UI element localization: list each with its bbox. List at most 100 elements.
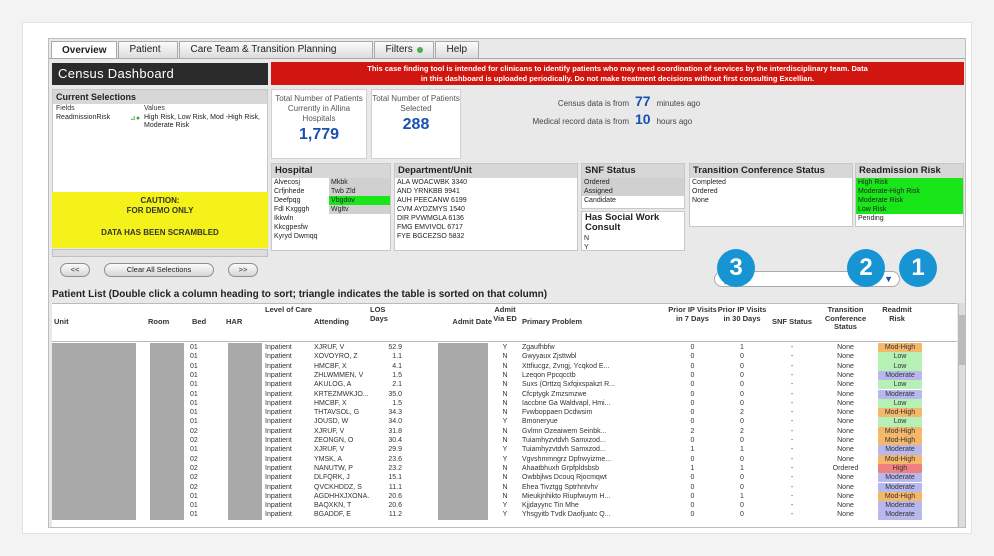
table-row[interactable]: 01 Inpatient HMCBF, X 4.1 N Xttfiucgz, Zvngj,… xyxy=(52,361,957,371)
column-header[interactable]: Prior IP Visits in 30 Days xyxy=(717,305,767,323)
department-item[interactable]: AUH PEECANW 6199 xyxy=(395,196,577,205)
level-of-care-cell: Inpatient xyxy=(265,353,292,361)
readmission-risk-item[interactable]: Moderate-High Risk xyxy=(856,187,963,196)
table-row[interactable]: 01 Inpatient AGDHHXJXONA... 20.6 N Mieukjnhik… xyxy=(52,491,957,502)
transition-status-cell: None xyxy=(837,474,854,482)
snf-status-item[interactable]: Candidate xyxy=(582,196,684,205)
table-vertical-scrollbar[interactable] xyxy=(958,303,965,527)
hospital-item[interactable]: Mkbk xyxy=(329,178,390,187)
column-header[interactable]: Prior IP Visits in 7 Days xyxy=(668,305,717,323)
table-row[interactable]: 01 Inpatient XOVOYRO, Z 1.1 N Gwyyaux Zjsttwb… xyxy=(52,352,957,362)
admit-via-ed-cell: Y xyxy=(502,511,508,519)
social-work-item[interactable]: N xyxy=(582,234,684,243)
department-item[interactable]: FYE BGCEZSO 5832 xyxy=(395,232,577,241)
table-row[interactable]: 02 Inpatient XJRUF, V 31.8 N Gvlmn Ozeaiwem S… xyxy=(52,426,957,436)
back-button[interactable]: << xyxy=(60,263,90,277)
selection-row[interactable]: ReadmissionRisk ⊿● High Risk, Low Risk, … xyxy=(53,113,267,131)
hospital-item[interactable]: Twb Zld xyxy=(329,187,390,196)
tab-help[interactable]: Help xyxy=(435,41,480,58)
attending-cell: HMCBF, X xyxy=(314,362,347,370)
clear-all-selections-button[interactable]: Clear All Selections xyxy=(104,263,214,277)
bed-cell: 02 xyxy=(190,483,198,491)
transition-status-listbox[interactable]: Transition Conference Status Completed Or… xyxy=(689,163,853,227)
transition-status-item[interactable]: Ordered xyxy=(690,187,852,196)
column-header[interactable]: Room xyxy=(146,317,190,327)
column-header[interactable]: Unit xyxy=(52,317,146,327)
level-of-care-cell: Inpatient xyxy=(265,492,292,500)
table-row[interactable]: 01 Inpatient KRTEZMWKJO... 35.0 N Cfcptygk Zm… xyxy=(52,389,957,399)
column-header[interactable]: Primary Problem xyxy=(518,317,668,327)
table-row[interactable]: 01 Inpatient BAQXKN, T 20.6 Y Kjjdayync Tin M… xyxy=(52,501,957,511)
hospital-listbox[interactable]: Hospital Alvecosj Crfjnhede Deefpqg Fdl Kxg… xyxy=(271,163,391,251)
snf-status-item[interactable]: Ordered xyxy=(582,178,684,187)
table-row[interactable]: 01 Inpatient XJRUF, V 52.9 Y Zgaufhbfw 0 1- None… xyxy=(52,343,957,353)
tab-filters[interactable]: Filters xyxy=(374,41,435,58)
snf-status-listbox[interactable]: SNF Status Ordered Assigned Candidate xyxy=(581,163,685,209)
table-row[interactable]: 02 Inpatient DLFQRK, J 15.1 N Owbbjlws Dcouq … xyxy=(52,473,957,483)
filter-active-icon xyxy=(416,47,423,53)
readmission-risk-item[interactable]: Moderate Risk xyxy=(856,196,963,205)
table-row[interactable]: 02 Inpatient ZEONGN, O 30.4 N Tuiamhyzvtdvh S… xyxy=(52,436,957,446)
table-row[interactable]: 01 Inpatient ZHLWMMEN, V 1.5 N Lzeqon Ppcqcct… xyxy=(52,370,957,381)
readmission-risk-item[interactable]: High Risk xyxy=(856,178,963,187)
department-item[interactable]: CVM AYDZMYS 1540 xyxy=(395,205,577,214)
transition-status-item[interactable]: None xyxy=(690,196,852,205)
table-row[interactable]: 01 Inpatient XJRUF, V 29.9 Y Tuiamhyzvtdvh Sa… xyxy=(52,445,957,455)
readmission-risk-item[interactable]: Low Risk xyxy=(856,205,963,214)
readmission-risk-listbox[interactable]: Readmission Risk High Risk Moderate-High … xyxy=(855,163,964,227)
table-row[interactable]: 01 Inpatient HMCBF, X 1.5 N Iaccbne Ga Waldva… xyxy=(52,398,957,409)
department-item[interactable]: AND YRNKBB 9941 xyxy=(395,187,577,196)
social-work-listbox[interactable]: Has Social Work Consult NY xyxy=(581,211,685,251)
transition-status-item[interactable]: Completed xyxy=(690,178,852,187)
department-listbox[interactable]: Department/Unit ALA WOACWBK 3340 AND YRNK… xyxy=(394,163,578,251)
table-row[interactable]: 02 Inpatient YMSK, A 23.6 Y Vgvshmmngrz Dpfrw… xyxy=(52,454,957,464)
column-header[interactable]: Admit Date xyxy=(412,317,492,327)
readmit-risk-cell: High xyxy=(878,463,922,474)
column-header[interactable]: Transition Conference Status xyxy=(817,305,874,332)
column-header[interactable]: Level of Care xyxy=(265,305,314,315)
table-row[interactable]: 01 Inpatient JOUSD, W 34.0 Y Bmoneryue 0 0 - None… xyxy=(52,417,957,427)
transition-status-cell: None xyxy=(837,409,854,417)
table-row[interactable]: 01 Inpatient THTAVSOL, G 34.3 N Fvwboppaen Dc… xyxy=(52,408,957,418)
tab-care-team[interactable]: Care Team & Transition Planning xyxy=(179,41,374,58)
transition-status-cell: None xyxy=(837,371,854,379)
attending-cell: XOVOYRO, Z xyxy=(314,353,358,361)
admit-via-ed-cell: N xyxy=(502,353,508,361)
selections-horizontal-scrollbar[interactable] xyxy=(52,249,268,257)
column-header[interactable]: Readmit Risk xyxy=(874,305,920,323)
hospital-item[interactable]: Deefpqg xyxy=(272,196,329,205)
hospital-item[interactable]: Fdl Kxgggh xyxy=(272,205,329,214)
column-header[interactable]: SNF Status xyxy=(767,317,817,327)
hospital-item[interactable]: Crfjnhede xyxy=(272,187,329,196)
department-item[interactable]: DIR PVWMGLA 6136 xyxy=(395,214,577,223)
table-row[interactable]: 01 Inpatient AKULOG, A 2.1 N Suxs (Orttzq Sxf… xyxy=(52,380,957,390)
column-header[interactable]: Attending xyxy=(314,317,370,327)
column-header[interactable]: HAR xyxy=(224,317,265,327)
tab-overview[interactable]: Overview xyxy=(51,41,118,59)
hospital-item[interactable]: Kyryd Dwmqq xyxy=(272,232,329,241)
table-row[interactable]: 01 Inpatient BGADDF, E 11.2 Y Yhsgyitb Tvdk D… xyxy=(52,510,957,520)
forward-button[interactable]: >> xyxy=(228,263,258,277)
column-header[interactable]: Bed xyxy=(190,317,224,327)
snf-status-item[interactable]: Assigned xyxy=(582,187,684,196)
hospital-item[interactable]: Ikkwln xyxy=(272,214,329,223)
column-header[interactable]: LOS Days xyxy=(370,305,402,323)
attending-cell: AGDHHXJXONA... xyxy=(314,492,370,500)
hospital-item[interactable]: Alvecosj xyxy=(272,178,329,187)
table-row[interactable]: 02 Inpatient NANUTW, P 23.2 N Ahaatbhuxh Grpf… xyxy=(52,463,957,474)
table-row[interactable]: 02 Inpatient QVCKHDDZ, S 11.1 N Ehea Tivztgg … xyxy=(52,482,957,492)
social-work-item[interactable]: Y xyxy=(582,243,684,250)
hospital-item[interactable]: Vbgdov xyxy=(329,196,390,205)
los-cell: 29.9 xyxy=(388,446,402,454)
lock-filter-icon[interactable]: ⊿● xyxy=(130,114,144,130)
scrollbar-thumb[interactable] xyxy=(959,315,965,365)
hospital-item[interactable]: Kkcgpesfw xyxy=(272,223,329,232)
hospital-item[interactable]: Wgltv xyxy=(329,205,390,214)
dropdown-arrow-icon[interactable]: ▼ xyxy=(884,274,893,284)
department-item[interactable]: FMG EMVIVOL 6717 xyxy=(395,223,577,232)
readmission-risk-item[interactable]: Pending xyxy=(856,214,963,223)
tab-patient[interactable]: Patient xyxy=(118,41,179,58)
department-item[interactable]: ALA WOACWBK 3340 xyxy=(395,178,577,187)
level-of-care-cell: Inpatient xyxy=(265,511,292,519)
column-header[interactable]: Admit Via ED xyxy=(492,305,518,323)
